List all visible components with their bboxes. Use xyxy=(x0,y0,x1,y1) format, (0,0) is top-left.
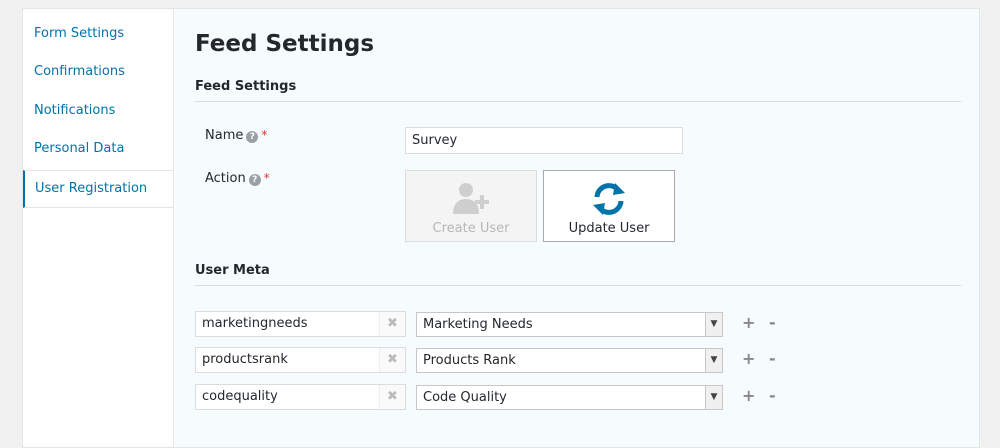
create-user-label: Create User xyxy=(432,221,510,236)
meta-field-select[interactable]: Code Quality ▼ xyxy=(416,385,723,410)
sidebar-item-notifications[interactable]: Notifications xyxy=(23,93,173,131)
name-input[interactable]: Survey xyxy=(405,127,683,154)
remove-row-button[interactable]: - xyxy=(769,386,776,405)
update-user-button[interactable]: Update User xyxy=(543,170,675,242)
remove-row-button[interactable]: - xyxy=(769,349,776,368)
clear-icon[interactable]: ✖ xyxy=(379,385,405,409)
meta-key-input[interactable]: codequality ✖ xyxy=(195,384,406,410)
main-panel: Feed Settings Feed Settings Name? * Surve… xyxy=(175,9,979,447)
update-user-label: Update User xyxy=(568,221,650,236)
required-mark: * xyxy=(261,128,268,142)
meta-row: productsrank ✖ Products Rank ▼ + - xyxy=(195,347,815,373)
meta-field-select[interactable]: Products Rank ▼ xyxy=(416,348,723,373)
meta-key-value: codequality xyxy=(202,389,278,404)
meta-field-select[interactable]: Marketing Needs ▼ xyxy=(416,312,723,337)
remove-row-button[interactable]: - xyxy=(769,313,776,332)
refresh-icon xyxy=(593,183,625,215)
meta-row: marketingneeds ✖ Marketing Needs ▼ + - xyxy=(195,311,815,337)
section-heading-user-meta: User Meta xyxy=(195,263,961,286)
create-user-button[interactable]: Create User xyxy=(405,170,537,242)
meta-key-input[interactable]: productsrank ✖ xyxy=(195,347,406,373)
page-title: Feed Settings xyxy=(195,31,375,57)
name-field-label: Name? * xyxy=(205,128,267,143)
add-row-button[interactable]: + xyxy=(742,349,755,368)
clear-icon[interactable]: ✖ xyxy=(379,348,405,372)
action-field-label: Action? * xyxy=(205,171,270,186)
chevron-down-icon: ▼ xyxy=(705,349,722,372)
help-icon[interactable]: ? xyxy=(246,131,259,143)
meta-key-value: marketingneeds xyxy=(202,316,308,331)
action-label-text: Action xyxy=(205,171,246,186)
add-row-button[interactable]: + xyxy=(742,313,755,332)
meta-row: codequality ✖ Code Quality ▼ + - xyxy=(195,384,815,410)
meta-field-value: Code Quality xyxy=(423,390,507,405)
section-heading-feed-settings: Feed Settings xyxy=(195,79,961,102)
chevron-down-icon: ▼ xyxy=(705,386,722,409)
name-label-text: Name xyxy=(205,128,244,143)
add-row-button[interactable]: + xyxy=(742,386,755,405)
sidebar-item-personal-data[interactable]: Personal Data xyxy=(23,131,173,169)
sidebar-item-form-settings[interactable]: Form Settings xyxy=(23,16,173,54)
sidebar: Form Settings Confirmations Notification… xyxy=(23,9,174,447)
settings-frame: Form Settings Confirmations Notification… xyxy=(22,8,980,448)
chevron-down-icon: ▼ xyxy=(705,313,722,336)
meta-key-input[interactable]: marketingneeds ✖ xyxy=(195,311,406,337)
meta-field-value: Marketing Needs xyxy=(423,317,533,332)
clear-icon[interactable]: ✖ xyxy=(379,312,405,336)
help-icon[interactable]: ? xyxy=(248,174,261,186)
meta-key-value: productsrank xyxy=(202,352,288,367)
sidebar-item-confirmations[interactable]: Confirmations xyxy=(23,54,173,92)
add-user-icon xyxy=(453,183,489,214)
sidebar-item-user-registration[interactable]: User Registration xyxy=(23,169,173,208)
required-mark: * xyxy=(263,171,270,185)
meta-field-value: Products Rank xyxy=(423,353,516,368)
